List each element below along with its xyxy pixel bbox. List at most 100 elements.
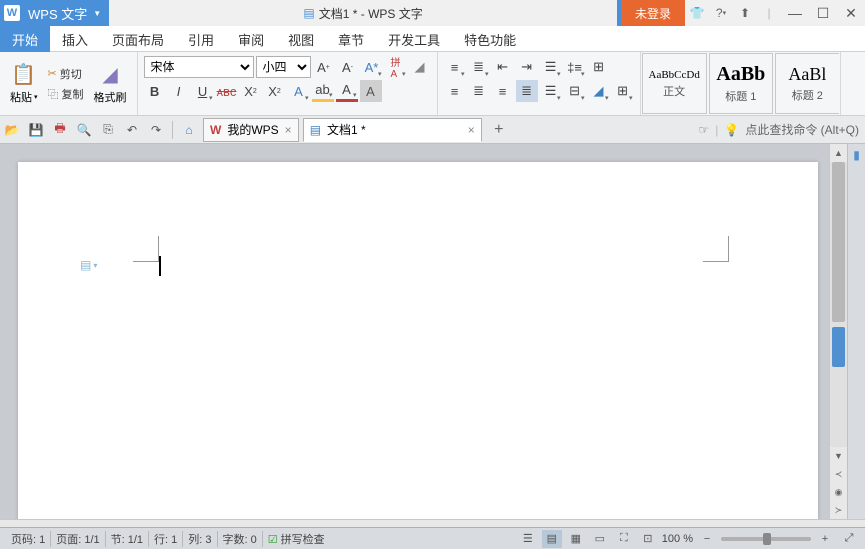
- font-size-select[interactable]: 小四: [256, 56, 311, 78]
- change-case-button[interactable]: A*: [361, 56, 383, 78]
- scroll-position-indicator[interactable]: [832, 327, 845, 367]
- scroll-up-button[interactable]: ▲: [830, 144, 847, 162]
- zoom-out-button[interactable]: −: [697, 530, 717, 548]
- status-page-number[interactable]: 页码: 1: [6, 531, 51, 547]
- side-panel-toggle[interactable]: ▮: [853, 148, 860, 162]
- clear-format-button[interactable]: ◢: [409, 56, 431, 78]
- tab-start[interactable]: 开始: [0, 26, 50, 52]
- scroll-thumb[interactable]: [832, 162, 845, 322]
- underline-button[interactable]: U: [192, 80, 214, 102]
- show-marks-button[interactable]: ⊞: [588, 56, 610, 78]
- strikethrough-button[interactable]: ᴀʙᴄ: [216, 80, 238, 102]
- ruler-toggle-button[interactable]: ⊡: [638, 530, 658, 548]
- outline-view-button[interactable]: ▦: [566, 530, 586, 548]
- style-heading1[interactable]: AaBb 标题 1: [709, 53, 773, 114]
- tab-view[interactable]: 视图: [276, 26, 326, 52]
- format-painter-button[interactable]: ◢ 格式刷: [88, 54, 133, 113]
- style-normal[interactable]: AaBbCcDd 正文: [642, 53, 707, 114]
- login-button[interactable]: 未登录: [621, 0, 685, 26]
- numbering-button[interactable]: ≣: [468, 56, 490, 78]
- text-effects-button[interactable]: A: [288, 80, 310, 102]
- tab-references[interactable]: 引用: [176, 26, 226, 52]
- save-button[interactable]: 💾: [25, 119, 47, 141]
- close-tab-doc1[interactable]: ×: [468, 123, 475, 137]
- status-spellcheck[interactable]: ☑ 拼写检查: [263, 531, 330, 547]
- browse-object-button[interactable]: ◉: [830, 483, 847, 501]
- distribute-button[interactable]: ☰: [540, 80, 562, 102]
- fullscreen-button[interactable]: ⛶: [614, 530, 634, 548]
- open-button[interactable]: 📂: [1, 119, 23, 141]
- status-word-count[interactable]: 字数: 0: [218, 531, 263, 547]
- status-section[interactable]: 节: 1/1: [106, 531, 149, 547]
- tab-my-wps[interactable]: W 我的WPS ×: [203, 118, 299, 142]
- tab-review[interactable]: 审阅: [226, 26, 276, 52]
- shrink-font-button[interactable]: A-: [337, 56, 359, 78]
- fit-page-button[interactable]: ⤢: [839, 530, 859, 548]
- close-button[interactable]: ✕: [837, 0, 865, 26]
- status-page[interactable]: 页面: 1/1: [51, 531, 105, 547]
- next-page-button[interactable]: ≻: [830, 501, 847, 519]
- home-button[interactable]: ⌂: [178, 119, 200, 141]
- tab-document1[interactable]: ▤ 文档1 * ×: [303, 118, 482, 142]
- paste-button[interactable]: 📋 粘贴▾: [4, 54, 44, 113]
- increase-indent-button[interactable]: ⇥: [516, 56, 538, 78]
- web-layout-button[interactable]: ▭: [590, 530, 610, 548]
- italic-button[interactable]: I: [168, 80, 190, 102]
- font-color-button[interactable]: A: [336, 80, 358, 102]
- style-heading2[interactable]: AaBl 标题 2: [775, 53, 839, 114]
- tip-icon[interactable]: ☞: [698, 123, 709, 137]
- export-pdf-button[interactable]: ⎘: [97, 119, 119, 141]
- document-page[interactable]: ▤▾: [18, 162, 818, 519]
- tab-page-layout[interactable]: 页面布局: [100, 26, 176, 52]
- align-left-button[interactable]: ≡: [444, 80, 466, 102]
- scroll-down-button[interactable]: ▼: [830, 447, 847, 465]
- subscript-button[interactable]: X2: [264, 80, 286, 102]
- highlight-button[interactable]: ab: [312, 80, 334, 102]
- zoom-slider[interactable]: [721, 537, 811, 541]
- scroll-track[interactable]: [830, 162, 847, 447]
- prev-page-button[interactable]: ≺: [830, 465, 847, 483]
- undo-button[interactable]: ↶: [121, 119, 143, 141]
- zoom-in-button[interactable]: +: [815, 530, 835, 548]
- close-tab-mywps[interactable]: ×: [285, 123, 292, 137]
- asian-layout-button[interactable]: ☰: [540, 56, 562, 78]
- print-button[interactable]: 🖶: [49, 119, 71, 141]
- tab-insert[interactable]: 插入: [50, 26, 100, 52]
- document-viewport[interactable]: ▤▾: [0, 144, 829, 519]
- superscript-button[interactable]: X2: [240, 80, 262, 102]
- bullets-button[interactable]: ≡: [444, 56, 466, 78]
- align-right-button[interactable]: ≡: [492, 80, 514, 102]
- grow-font-button[interactable]: A+: [313, 56, 335, 78]
- reading-view-button[interactable]: ☰: [518, 530, 538, 548]
- maximize-button[interactable]: ☐: [809, 0, 837, 26]
- print-layout-button[interactable]: ▤: [542, 530, 562, 548]
- shading-button[interactable]: ◢: [588, 80, 610, 102]
- new-tab-button[interactable]: +: [488, 119, 510, 141]
- bold-button[interactable]: B: [144, 80, 166, 102]
- command-search-hint[interactable]: 点此查找命令 (Alt+Q): [745, 121, 859, 138]
- zoom-level[interactable]: 100 %: [662, 533, 693, 545]
- status-column[interactable]: 列: 3: [183, 531, 217, 547]
- vertical-scrollbar[interactable]: ▲ ▼ ≺ ◉ ≻: [829, 144, 847, 519]
- line-spacing-button[interactable]: ‡≡: [564, 56, 586, 78]
- cut-button[interactable]: ✂剪切: [44, 65, 88, 83]
- decrease-indent-button[interactable]: ⇤: [492, 56, 514, 78]
- page-options-button[interactable]: ▤▾: [80, 258, 97, 272]
- horizontal-scrollbar[interactable]: [0, 519, 865, 527]
- help-icon[interactable]: ?▾: [709, 0, 733, 26]
- tab-features[interactable]: 特色功能: [452, 26, 528, 52]
- zoom-slider-thumb[interactable]: [763, 533, 771, 545]
- minimize-button[interactable]: —: [781, 0, 809, 26]
- justify-button[interactable]: ≣: [516, 80, 538, 102]
- phonetic-guide-button[interactable]: 拼A: [385, 56, 407, 78]
- status-line[interactable]: 行: 1: [149, 531, 183, 547]
- character-shading-button[interactable]: A: [360, 80, 382, 102]
- print-preview-button[interactable]: 🔍: [73, 119, 95, 141]
- tab-developer[interactable]: 开发工具: [376, 26, 452, 52]
- redo-button[interactable]: ↷: [145, 119, 167, 141]
- skin-icon[interactable]: 👕: [685, 0, 709, 26]
- tab-stops-button[interactable]: ⊟: [564, 80, 586, 102]
- font-name-select[interactable]: 宋体: [144, 56, 254, 78]
- app-menu-dropdown[interactable]: ▼: [93, 9, 101, 18]
- copy-button[interactable]: ⿻复制: [44, 85, 88, 103]
